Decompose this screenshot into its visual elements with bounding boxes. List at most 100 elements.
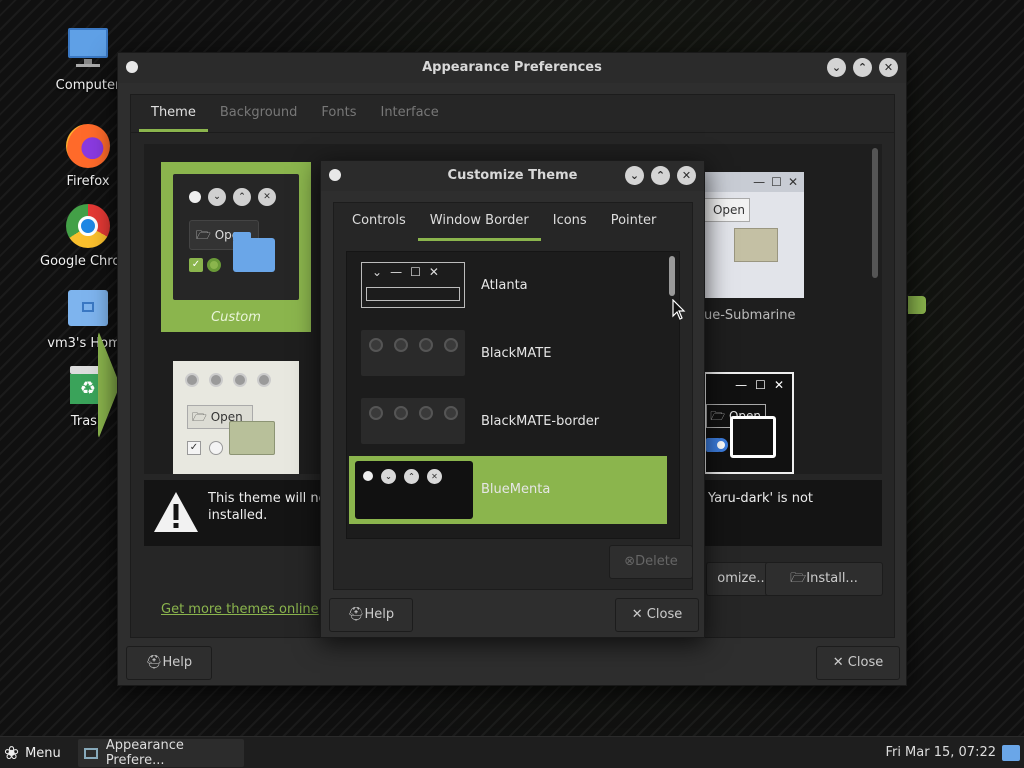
dialog-title: Customize Theme	[447, 168, 578, 183]
close-icon: ✕	[832, 655, 848, 670]
theme-preview: ⌄ ⌃ ✕ 🗁 Open ✓	[173, 174, 299, 300]
window-button-icon	[185, 373, 199, 387]
taskbar: ❀ Menu Appearance Prefere... Fri Mar 15,…	[0, 736, 1024, 768]
tab-window-border[interactable]: Window Border	[417, 203, 541, 241]
maximize-icon: ⌃	[233, 188, 251, 206]
window-button-icon	[233, 373, 247, 387]
maximize-icon[interactable]: ⌃	[853, 58, 872, 77]
taskbar-item-appearance[interactable]: Appearance Prefere...	[78, 738, 244, 768]
close-button[interactable]: ✕ Close	[816, 646, 900, 680]
window-button-icon	[257, 373, 271, 387]
maximize-icon: ⌃	[404, 469, 419, 484]
checkbox-icon: ✓	[187, 441, 201, 455]
menu-label: Menu	[25, 745, 61, 761]
window-titlebar[interactable]: Appearance Preferences ⌄ ⌃ ✕	[118, 53, 906, 83]
minimize-icon: —	[753, 175, 766, 189]
chrome-icon	[64, 202, 112, 250]
clock[interactable]: Fri Mar 15, 07:22	[885, 737, 996, 768]
atlanta-preview: ⌄ — ☐ ✕	[361, 262, 465, 308]
minimize-icon: ⌄	[208, 188, 226, 206]
mouse-pointer-icon	[672, 299, 686, 320]
blackmate-preview	[361, 330, 465, 376]
delete-button: ⊗Delete	[609, 545, 693, 579]
window-button-icon	[209, 373, 223, 387]
window-icon	[84, 747, 98, 759]
window-menu-icon[interactable]	[329, 169, 341, 181]
radio-icon	[209, 441, 223, 455]
close-icon[interactable]: ✕	[879, 58, 898, 77]
dialog-tabbar: Controls Window Border Icons Pointer	[334, 203, 692, 241]
help-button[interactable]: ⛑Help	[126, 646, 212, 680]
close-icon: ✕	[773, 378, 784, 392]
minimize-icon: ⌄	[381, 469, 396, 484]
list-item-label: BlackMATE-border	[481, 414, 600, 429]
desktop-accent-tab-right	[908, 296, 926, 314]
customize-theme-dialog: Customize Theme ⌄ ⌃ ✕ Controls Window Bo…	[320, 160, 705, 638]
preview-open-button: Open	[704, 198, 750, 222]
warning-icon	[154, 492, 198, 532]
minimize-icon[interactable]: ⌄	[625, 166, 644, 185]
tab-icons[interactable]: Icons	[541, 203, 599, 241]
window-title: Appearance Preferences	[422, 60, 602, 75]
theme-card-light[interactable]: 🗁 Open ✓	[161, 349, 311, 474]
maximize-icon[interactable]: ⌃	[651, 166, 670, 185]
help-icon: ⛑	[145, 655, 163, 670]
tab-interface[interactable]: Interface	[368, 95, 450, 132]
list-item-blackmate-border[interactable]: BlackMATE-border	[349, 388, 667, 456]
folder-icon	[229, 421, 275, 455]
tab-controls[interactable]: Controls	[340, 203, 418, 241]
checkbox-icon: ✓	[189, 258, 203, 272]
folder-icon	[233, 232, 275, 272]
list-item-bluementa[interactable]: ⌄ ⌃ ✕ BlueMenta	[349, 456, 667, 524]
gnome-foot-icon: ❀	[4, 742, 20, 764]
dialog-close-button[interactable]: ✕ Close	[615, 598, 699, 632]
list-item-atlanta[interactable]: ⌄ — ☐ ✕ Atlanta	[349, 252, 667, 320]
dialog-titlebar[interactable]: Customize Theme ⌄ ⌃ ✕	[321, 161, 704, 191]
window-menu-icon	[363, 471, 373, 481]
folder-icon	[734, 228, 778, 262]
bluementa-preview: ⌄ ⌃ ✕	[355, 461, 473, 519]
dialog-help-button[interactable]: ⛑Help	[329, 598, 413, 632]
window-border-list: ⌄ — ☐ ✕ Atlanta BlackMATE BlackMATE-border	[346, 251, 680, 539]
minimize-icon: —	[735, 378, 748, 392]
list-item-label: BlueMenta	[481, 482, 551, 497]
list-item-label: BlackMATE	[481, 346, 552, 361]
minimize-icon[interactable]: ⌄	[827, 58, 846, 77]
maximize-icon: ☐	[771, 175, 782, 189]
close-icon: ✕	[787, 175, 798, 189]
theme-card-custom[interactable]: ⌄ ⌃ ✕ 🗁 Open ✓ Custom	[161, 162, 311, 332]
tab-background[interactable]: Background	[208, 95, 310, 132]
delete-icon: ⊗	[624, 554, 636, 569]
taskbar-item-label: Appearance Prefere...	[105, 738, 184, 768]
theme-preview-yaru-dark[interactable]: —☐✕ 🗁 Open	[704, 372, 794, 474]
dialog-tab-panel: Controls Window Border Icons Pointer ⌄ — ☐…	[333, 202, 693, 590]
theme-card-label: Custom	[211, 310, 261, 325]
close-icon: ✕	[427, 469, 442, 484]
radio-icon	[714, 438, 728, 452]
close-icon[interactable]: ✕	[677, 166, 696, 185]
menu-button[interactable]: ❀ Menu	[4, 739, 61, 767]
window-menu-icon	[189, 191, 201, 203]
tab-pointer[interactable]: Pointer	[599, 203, 669, 241]
blackmate-border-preview	[361, 398, 465, 444]
theme-grid-scrollbar[interactable]	[872, 148, 878, 278]
tab-fonts[interactable]: Fonts	[309, 95, 368, 132]
radio-icon	[207, 258, 221, 272]
tab-theme[interactable]: Theme	[139, 95, 208, 132]
show-desktop-icon[interactable]	[1002, 745, 1020, 761]
computer-icon	[64, 26, 112, 74]
warning-message-right: Yaru-dark' is not	[708, 491, 813, 506]
theme-preview-blue-submarine[interactable]: — ☐ ✕ Open	[704, 172, 804, 298]
close-icon: ✕	[631, 607, 647, 622]
list-item-label: Atlanta	[481, 278, 528, 293]
list-scrollbar[interactable]	[669, 256, 675, 296]
get-more-themes-link[interactable]: Get more themes online	[161, 602, 319, 617]
install-button[interactable]: 🗁Install...	[765, 562, 883, 596]
window-menu-icon[interactable]	[126, 61, 138, 73]
theme-card-label: ue-Submarine	[704, 308, 796, 323]
list-item-blackmate[interactable]: BlackMATE	[349, 320, 667, 388]
folder-icon	[730, 416, 776, 458]
home-folder-icon	[64, 284, 112, 332]
maximize-icon: ☐	[755, 378, 766, 392]
firefox-icon	[64, 122, 112, 170]
